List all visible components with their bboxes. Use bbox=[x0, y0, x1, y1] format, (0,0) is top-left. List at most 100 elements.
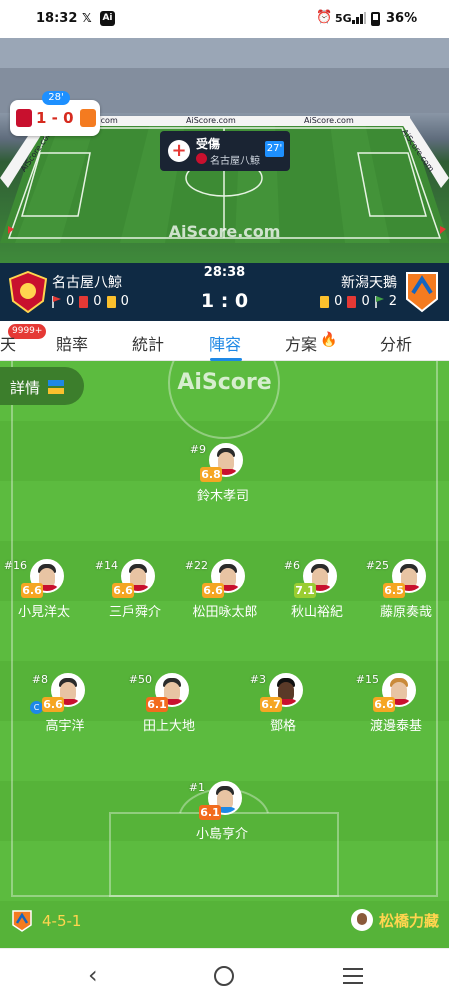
ad-board-2: AiScore.com bbox=[186, 116, 236, 125]
details-label: 詳情 bbox=[10, 379, 41, 397]
coach-name: 松橋力藏 bbox=[378, 911, 439, 930]
system-nav-bar: ‹ bbox=[0, 948, 449, 1000]
player-number: #15 bbox=[355, 673, 379, 686]
player-name: 高宇洋 bbox=[45, 719, 85, 734]
formation-text: 4-5-1 bbox=[42, 912, 82, 930]
player-name: 三戶舜介 bbox=[108, 605, 161, 620]
battery-percent: 36% bbox=[386, 11, 418, 26]
event-minute: 27' bbox=[265, 141, 284, 157]
network-type: 5G bbox=[335, 12, 352, 25]
player-number: #50 bbox=[128, 673, 152, 686]
tab-lineup[interactable]: 陣容 bbox=[209, 331, 241, 355]
event-card: + 受傷 名古屋八鯨 27' bbox=[160, 131, 290, 171]
status-time: 18:32 bbox=[36, 11, 78, 26]
player-rating: 6.7 bbox=[260, 697, 282, 712]
player-rating: 7.1 bbox=[294, 583, 316, 598]
formation-info: 4-5-1 bbox=[12, 909, 81, 933]
away-crest-icon bbox=[80, 109, 96, 127]
tab-stats[interactable]: 統計 bbox=[132, 331, 164, 355]
lineup-pitch: AiScore 詳情 #9 6.8 鈴木孝司 #16 6.6 小見洋太 #14 … bbox=[0, 361, 449, 948]
away-corners: 2 bbox=[388, 294, 397, 309]
player-name: 松田咏太郎 bbox=[192, 605, 258, 620]
details-button[interactable]: 詳情 bbox=[0, 367, 84, 405]
tab-analysis[interactable]: 分析 bbox=[380, 331, 412, 355]
battery-icon bbox=[371, 12, 380, 26]
player-name: 小見洋太 bbox=[17, 605, 70, 620]
ai-app-icon: Ai bbox=[100, 11, 115, 26]
player-rating: 6.6 bbox=[112, 583, 134, 598]
player-number: #16 bbox=[3, 559, 27, 572]
away-yellow-cards: 0 bbox=[334, 294, 343, 309]
player-rating: 6.1 bbox=[199, 805, 221, 820]
player-card[interactable]: #50 6.1 田上大地 bbox=[124, 673, 214, 743]
x-app-icon: 𝕏 bbox=[82, 11, 92, 25]
signal-icon bbox=[352, 12, 366, 24]
player-number: #22 bbox=[184, 559, 208, 572]
match-animation[interactable]: AiScore.com AiScore.com AiScore.com AiSc… bbox=[0, 38, 449, 263]
tab-chat[interactable]: 天 bbox=[0, 331, 16, 355]
player-number: #9 bbox=[189, 443, 206, 456]
team-crest-icon bbox=[196, 153, 207, 164]
player-name: 小島亨介 bbox=[195, 827, 248, 842]
mini-scoreboard: 28' 1 - 0 bbox=[10, 91, 100, 136]
ad-board-3: AiScore.com bbox=[304, 116, 354, 125]
player-number: #6 bbox=[283, 559, 300, 572]
player-card[interactable]: #15 6.6 渡邊泰基 bbox=[351, 673, 441, 743]
corner-flag-icon bbox=[374, 295, 384, 308]
player-number: #3 bbox=[249, 673, 266, 686]
player-card[interactable]: #6 7.1 秋山裕紀 bbox=[272, 559, 362, 629]
player-name: 田上大地 bbox=[142, 719, 195, 734]
minute-badge: 28' bbox=[42, 91, 70, 105]
player-rating: 6.6 bbox=[202, 583, 224, 598]
player-card[interactable]: #8 C 6.6 高宇洋 bbox=[20, 673, 110, 743]
player-rating: 6.6 bbox=[42, 697, 64, 712]
recents-icon[interactable] bbox=[343, 968, 363, 984]
player-card[interactable]: #9 6.8 鈴木孝司 bbox=[178, 443, 268, 513]
player-number: #14 bbox=[94, 559, 118, 572]
player-number: #1 bbox=[188, 781, 205, 794]
player-card[interactable]: #25 6.5 藤原奏哉 bbox=[361, 559, 449, 629]
coach-avatar bbox=[350, 909, 373, 931]
status-bar: 18:32 𝕏 Ai ⏰ 5G 36% bbox=[0, 0, 449, 38]
away-team-name: 新潟天鵝 bbox=[341, 275, 397, 291]
player-name: 鄧格 bbox=[269, 719, 296, 734]
formation-toggle-icon bbox=[48, 380, 64, 394]
player-rating: 6.1 bbox=[146, 697, 168, 712]
back-icon[interactable]: ‹ bbox=[88, 961, 98, 989]
player-card[interactable]: #1 6.1 小島亨介 bbox=[177, 781, 267, 851]
tab-bar: 9999+ 天 賠率 統計 陣容 方案 🔥 分析 bbox=[0, 321, 449, 361]
player-name: 藤原奏哉 bbox=[379, 605, 432, 620]
tab-plans[interactable]: 方案 bbox=[285, 331, 317, 355]
player-name: 秋山裕紀 bbox=[290, 605, 343, 620]
red-card-icon bbox=[347, 295, 357, 308]
coach-info[interactable]: 松橋力藏 bbox=[350, 909, 439, 931]
player-name: 鈴木孝司 bbox=[196, 489, 249, 504]
fire-icon: 🔥 bbox=[320, 332, 338, 348]
mini-score: 1 - 0 bbox=[36, 109, 74, 127]
event-title: 受傷 bbox=[196, 137, 221, 151]
yellow-card-icon bbox=[320, 295, 330, 308]
player-card[interactable]: #22 6.6 松田咏太郎 bbox=[180, 559, 270, 629]
away-team-crest-icon bbox=[406, 272, 438, 313]
injury-cross-icon: + bbox=[168, 140, 190, 162]
home-crest-icon bbox=[16, 109, 32, 127]
alarm-icon: ⏰ bbox=[316, 10, 333, 25]
player-number: #25 bbox=[365, 559, 389, 572]
player-rating: 6.5 bbox=[383, 583, 405, 598]
player-number: #8 bbox=[31, 673, 48, 686]
player-rating: 6.8 bbox=[200, 467, 222, 482]
player-rating: 6.6 bbox=[373, 697, 395, 712]
away-team-crest-icon bbox=[12, 910, 32, 932]
player-card[interactable]: #14 6.6 三戶舜介 bbox=[90, 559, 180, 629]
home-icon[interactable] bbox=[214, 966, 234, 986]
tab-odds[interactable]: 賠率 bbox=[56, 331, 88, 355]
player-card[interactable]: #3 6.7 鄧格 bbox=[238, 673, 328, 743]
away-red-cards: 0 bbox=[361, 294, 370, 309]
score-bar: 名古屋八鯨 0 0 0 28:38 1 : 0 新潟天鵝 0 0 2 bbox=[0, 263, 449, 321]
pitch-watermark: AiScore.com bbox=[168, 222, 281, 241]
away-stats: 0 0 2 bbox=[320, 294, 397, 309]
player-name: 渡邊泰基 bbox=[369, 719, 422, 734]
player-rating: 6.6 bbox=[21, 583, 43, 598]
player-card[interactable]: #16 6.6 小見洋太 bbox=[0, 559, 89, 629]
event-team: 名古屋八鯨 bbox=[210, 156, 260, 167]
